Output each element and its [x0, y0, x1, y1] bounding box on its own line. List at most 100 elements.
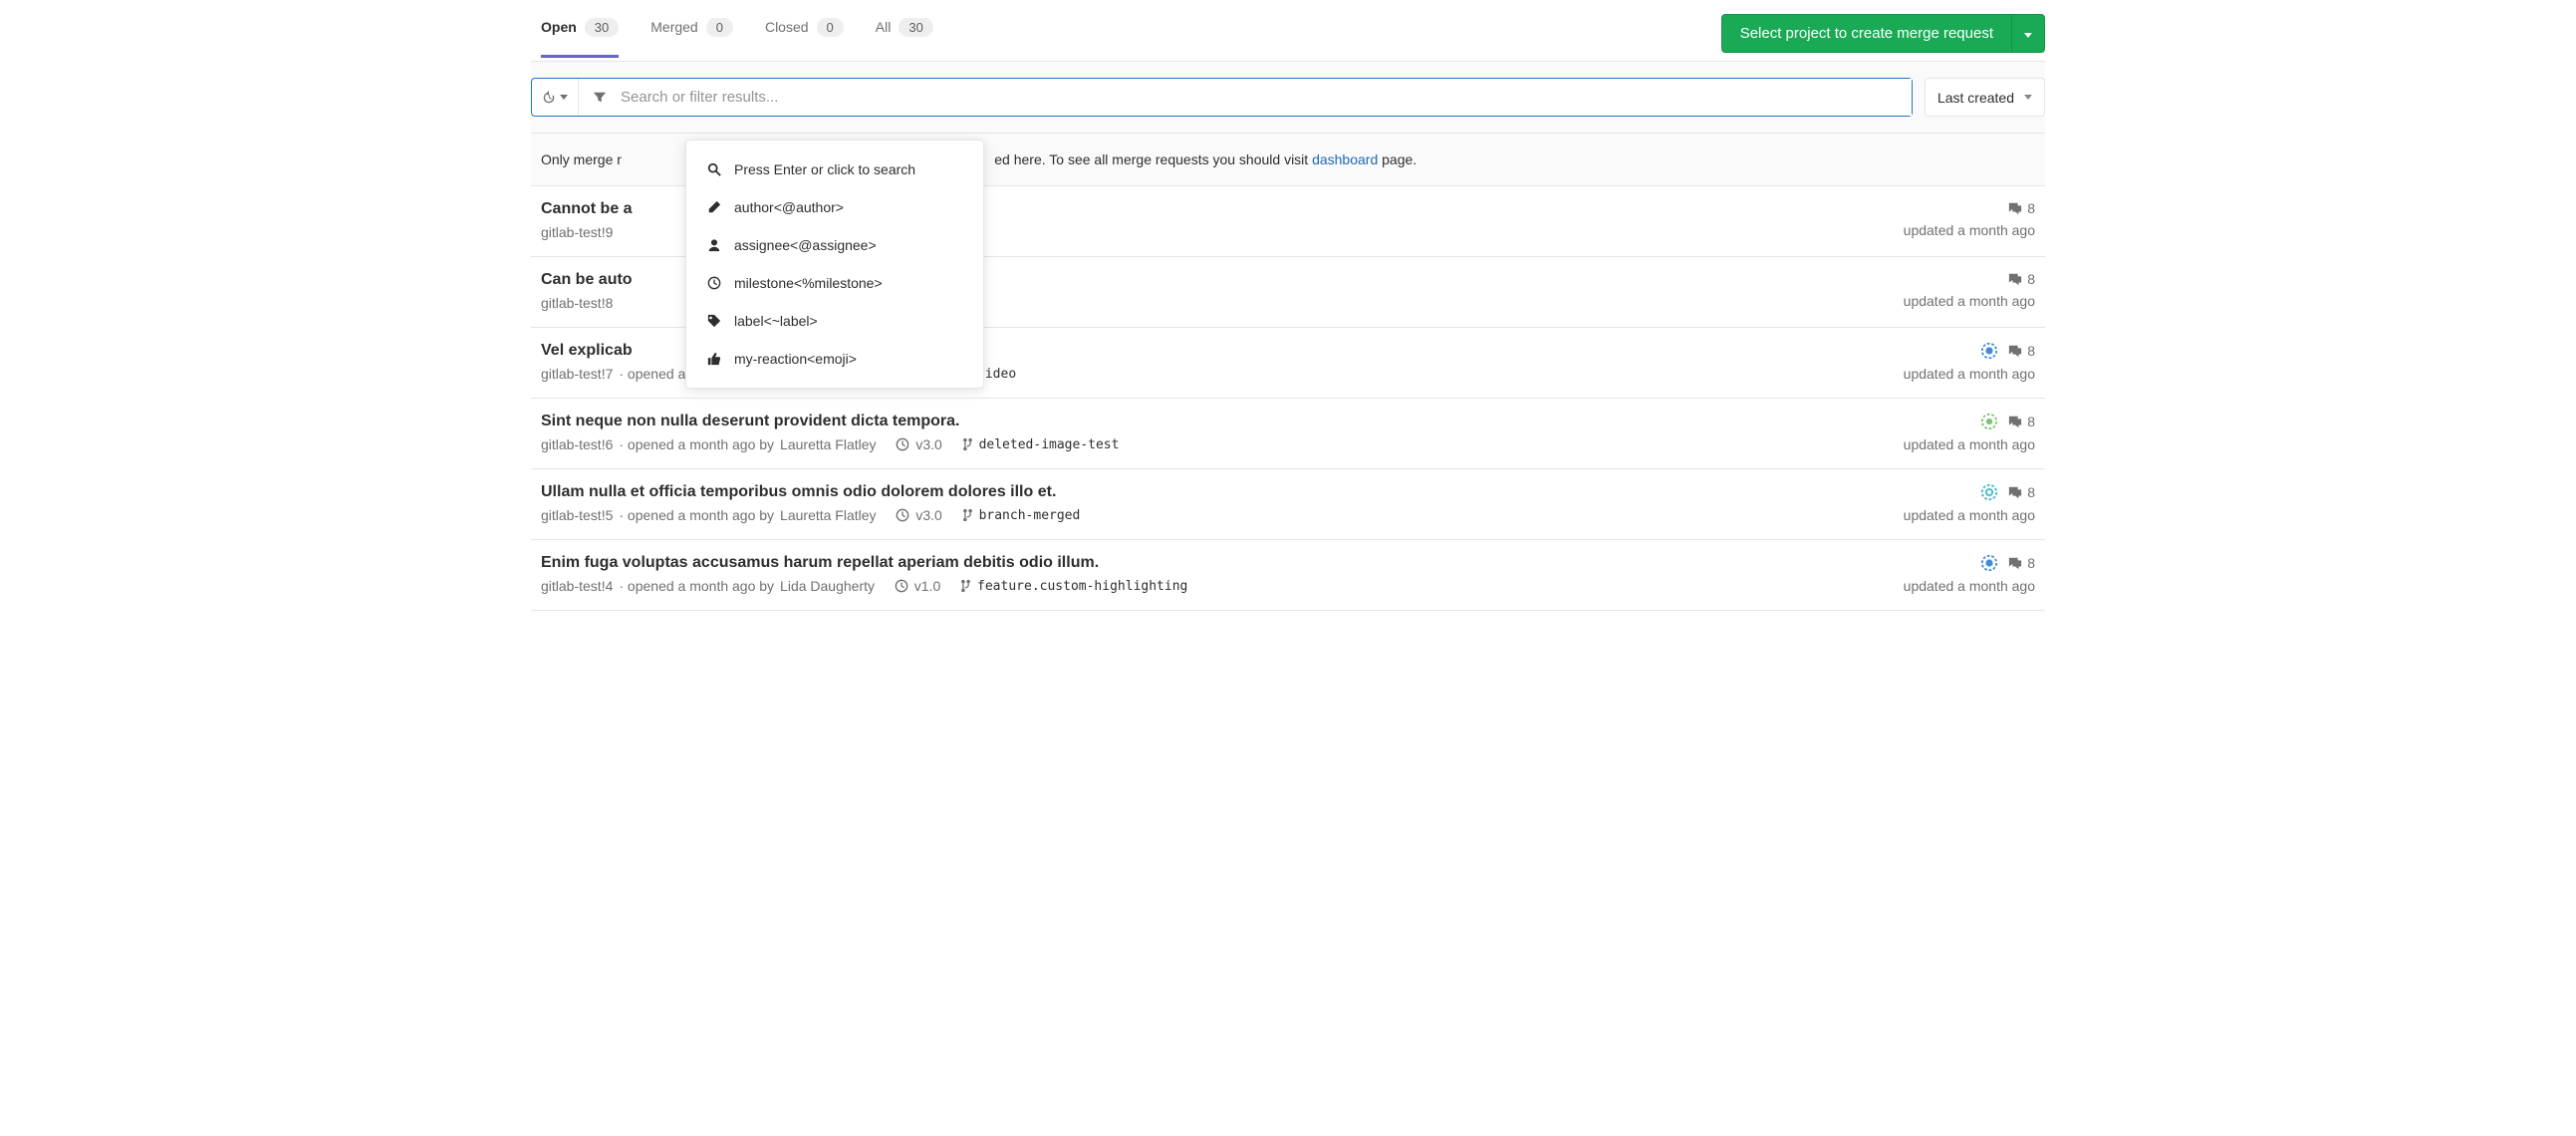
- create-mr-caret[interactable]: [2012, 14, 2045, 53]
- mr-ref: gitlab-test!9: [541, 224, 613, 240]
- mr-updated: updated a month ago: [1904, 578, 2035, 594]
- dropdown-item-search-hint[interactable]: Press Enter or click to search: [686, 150, 983, 188]
- dropdown-milestone-label: milestone<%milestone>: [734, 275, 883, 291]
- dropdown-item-my-reaction[interactable]: my-reaction<emoji>: [686, 340, 983, 378]
- dropdown-search-hint-label: Press Enter or click to search: [734, 161, 915, 177]
- dropdown-label-label: label<~label>: [734, 313, 818, 329]
- mr-title[interactable]: Enim fuga voluptas accusamus harum repel…: [541, 554, 1904, 572]
- mr-author[interactable]: Lida Daugherty: [780, 578, 875, 594]
- branch-icon: [962, 508, 973, 522]
- clock-icon: [895, 579, 908, 593]
- clock-icon: [896, 437, 909, 451]
- tabs: Open 30 Merged 0 Closed 0 All 30: [531, 18, 933, 58]
- tab-merged-count: 0: [706, 18, 733, 37]
- filter-bar: Last created: [531, 62, 2045, 134]
- filter-icon-wrap: [579, 79, 615, 116]
- clock-icon: [707, 276, 721, 290]
- notice-text-3: page.: [1378, 151, 1417, 167]
- branch-icon: [960, 579, 971, 593]
- search-icon: [707, 162, 721, 176]
- tab-all-count: 30: [899, 18, 932, 37]
- dropdown-assignee-label: assignee<@assignee>: [734, 237, 877, 253]
- mr-ref: gitlab-test!7: [541, 366, 613, 382]
- comments-icon: [2008, 485, 2022, 499]
- mr-comments-count: 8: [2027, 271, 2035, 287]
- mr-branch: feature.custom-highlighting: [977, 579, 1187, 594]
- mr-milestone: v3.0: [915, 507, 941, 523]
- dashboard-link[interactable]: dashboard: [1312, 151, 1378, 167]
- dropdown-item-author[interactable]: author<@author>: [686, 188, 983, 226]
- mr-milestone: v1.0: [914, 578, 940, 594]
- mr-branch: deleted-image-test: [979, 437, 1120, 452]
- mr-comments[interactable]: 8: [2008, 414, 2035, 429]
- notice-text-2: ed here. To see all merge requests you s…: [994, 151, 1312, 167]
- tab-merged-label: Merged: [650, 19, 697, 35]
- sort-label: Last created: [1937, 90, 2014, 106]
- tabs-row: Open 30 Merged 0 Closed 0 All 30 Select …: [531, 0, 2045, 62]
- thumbs-up-icon: [707, 352, 721, 366]
- mr-updated: updated a month ago: [1904, 366, 2035, 382]
- chevron-down-icon: [2024, 95, 2032, 100]
- mr-comments[interactable]: 8: [2008, 200, 2035, 216]
- mr-author[interactable]: Lauretta Flatley: [780, 507, 877, 523]
- tab-closed-label: Closed: [765, 19, 809, 35]
- filter-icon: [593, 91, 607, 105]
- tab-closed[interactable]: Closed 0: [765, 18, 844, 58]
- tab-all[interactable]: All 30: [876, 18, 933, 58]
- pipeline-created-icon: [1980, 413, 1998, 430]
- tab-merged[interactable]: Merged 0: [650, 18, 733, 58]
- dropdown-author-label: author<@author>: [734, 199, 844, 215]
- mr-comments[interactable]: 8: [2008, 343, 2035, 359]
- dropdown-item-assignee[interactable]: assignee<@assignee>: [686, 226, 983, 264]
- create-mr-button[interactable]: Select project to create merge request: [1721, 14, 2012, 53]
- pipeline-running-icon: [1980, 554, 1998, 572]
- comments-icon: [2008, 272, 2022, 286]
- search-box: [531, 78, 1913, 117]
- create-mr-button-group: Select project to create merge request: [1721, 14, 2045, 53]
- merge-request-row: Enim fuga voluptas accusamus harum repel…: [531, 540, 2045, 611]
- comments-icon: [2008, 201, 2022, 215]
- merge-request-row: Ullam nulla et officia temporibus omnis …: [531, 469, 2045, 540]
- mr-milestone: v3.0: [915, 436, 941, 452]
- chevron-down-icon: [560, 95, 568, 100]
- mr-updated: updated a month ago: [1904, 507, 2035, 523]
- branch-icon: [962, 437, 973, 451]
- mr-ref: gitlab-test!8: [541, 295, 613, 311]
- clock-icon: [896, 508, 909, 522]
- mr-comments-count: 8: [2027, 200, 2035, 216]
- dropdown-item-label[interactable]: label<~label>: [686, 302, 983, 340]
- mr-ref: gitlab-test!4: [541, 578, 613, 594]
- mr-comments[interactable]: 8: [2008, 555, 2035, 571]
- mr-title[interactable]: Ullam nulla et officia temporibus omnis …: [541, 483, 1904, 501]
- pencil-icon: [707, 200, 721, 214]
- mr-ref: gitlab-test!6: [541, 436, 613, 452]
- merge-request-row: Sint neque non nulla deserunt provident …: [531, 399, 2045, 469]
- sort-dropdown[interactable]: Last created: [1925, 78, 2045, 117]
- tab-open-count: 30: [585, 18, 619, 37]
- caret-down-icon: [2024, 33, 2032, 38]
- mr-ref: gitlab-test!5: [541, 507, 613, 523]
- mr-author[interactable]: Lauretta Flatley: [780, 436, 877, 452]
- mr-updated: updated a month ago: [1904, 293, 2035, 309]
- notice-text-1: Only merge r: [541, 151, 622, 167]
- tab-open-label: Open: [541, 19, 577, 35]
- mr-comments[interactable]: 8: [2008, 484, 2035, 500]
- comments-icon: [2008, 415, 2022, 428]
- search-suggestion-dropdown: Press Enter or click to search author<@a…: [685, 140, 984, 389]
- dropdown-item-milestone[interactable]: milestone<%milestone>: [686, 264, 983, 302]
- mr-branch: branch-merged: [979, 508, 1081, 523]
- comments-icon: [2008, 344, 2022, 358]
- user-icon: [707, 238, 721, 252]
- history-icon: [542, 91, 556, 105]
- tab-closed-count: 0: [817, 18, 844, 37]
- mr-comments-count: 8: [2027, 343, 2035, 359]
- tag-icon: [707, 314, 721, 328]
- tab-open[interactable]: Open 30: [541, 18, 619, 58]
- mr-updated: updated a month ago: [1904, 222, 2035, 238]
- search-input[interactable]: [615, 79, 1912, 116]
- mr-comments[interactable]: 8: [2008, 271, 2035, 287]
- mr-title[interactable]: Sint neque non nulla deserunt provident …: [541, 413, 1904, 430]
- tab-all-label: All: [876, 19, 892, 35]
- search-history-button[interactable]: [532, 79, 579, 116]
- mr-updated: updated a month ago: [1904, 436, 2035, 452]
